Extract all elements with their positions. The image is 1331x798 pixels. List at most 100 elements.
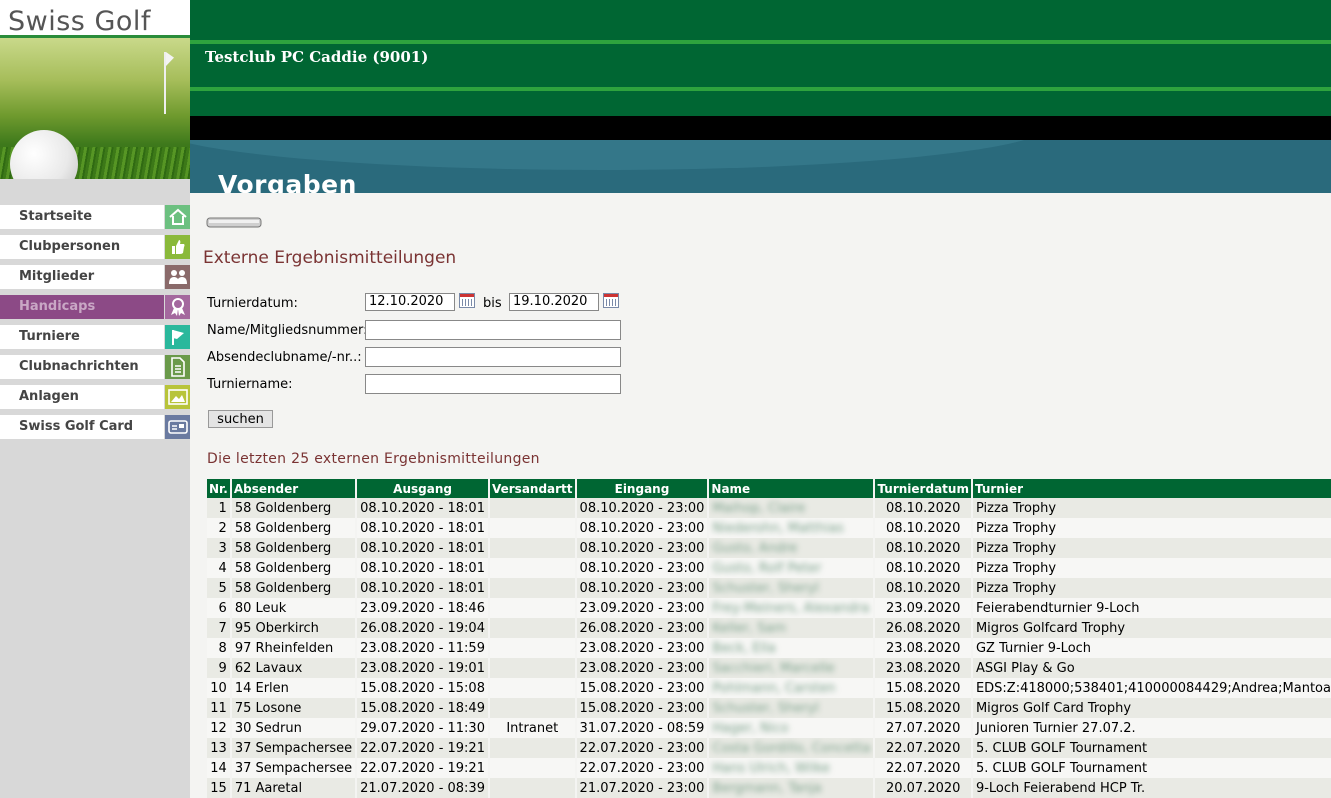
- table-row[interactable]: 10 14 Erlen 15.08.2020 - 15:08 15.08.2020 -…: [207, 678, 1331, 698]
- tournament-input[interactable]: [365, 374, 621, 394]
- flagpole-graphic: [164, 52, 166, 114]
- table-cell-eingang: 15.08.2020 - 23:00: [576, 698, 708, 718]
- flag-icon: [165, 325, 190, 349]
- award-icon: [165, 295, 190, 319]
- page-banner: Vorgaben: [190, 140, 1331, 193]
- table-cell-eingang: 23.08.2020 - 23:00: [576, 638, 708, 658]
- table-cell-nr: 15: [207, 778, 230, 798]
- sidebar-item-clubpersonen[interactable]: Clubpersonen: [0, 234, 190, 260]
- table-cell-nr: 2: [207, 518, 230, 538]
- sidebar-item-swiss-golf-card[interactable]: Swiss Golf Card: [0, 414, 190, 440]
- bis-label: bis: [483, 296, 502, 311]
- table-cell-versandart: [489, 498, 575, 518]
- table-row[interactable]: 2 58 Goldenberg 08.10.2020 - 18:01 08.10.20…: [207, 518, 1331, 538]
- table-cell-name: Hager, Nico: [709, 718, 874, 738]
- table-row[interactable]: 5 58 Goldenberg 08.10.2020 - 18:01 08.10.20…: [207, 578, 1331, 598]
- table-row[interactable]: 8 97 Rheinfelden 23.08.2020 - 11:59 23.08.2…: [207, 638, 1331, 658]
- date-to-input[interactable]: [509, 293, 599, 311]
- search-button[interactable]: suchen: [208, 410, 273, 428]
- logo-text: Swiss Golf: [8, 6, 151, 37]
- column-header-absender: Absender: [231, 479, 356, 498]
- sidebar-item-turniere[interactable]: Turniere: [0, 324, 190, 350]
- table-cell-nr: 14: [207, 758, 230, 778]
- table-cell-nr: 7: [207, 618, 230, 638]
- table-cell-absender: 58 Goldenberg: [231, 538, 356, 558]
- back-icon[interactable]: [206, 215, 262, 229]
- table-row[interactable]: 3 58 Goldenberg 08.10.2020 - 18:01 08.10.20…: [207, 538, 1331, 558]
- document-icon: [165, 355, 190, 379]
- table-cell-versandart: [489, 758, 575, 778]
- table-row[interactable]: 11 75 Losone 15.08.2020 - 18:49 15.08.2020 …: [207, 698, 1331, 718]
- section-title: Externe Ergebnismitteilungen: [203, 248, 457, 268]
- table-cell-versandart: [489, 538, 575, 558]
- sidebar-item-label: Clubnachrichten: [0, 355, 164, 379]
- members-icon: [165, 265, 190, 289]
- table-cell-ausgang: 29.07.2020 - 11:30: [357, 718, 488, 738]
- table-cell-nr: 1: [207, 498, 230, 518]
- table-cell-absender: 80 Leuk: [231, 598, 356, 618]
- table-cell-nr: 4: [207, 558, 230, 578]
- name-input[interactable]: [365, 320, 621, 340]
- table-row[interactable]: 1 58 Goldenberg 08.10.2020 - 18:01 08.10.20…: [207, 498, 1331, 518]
- table-cell-absender: 30 Sedrun: [231, 718, 356, 738]
- calendar-icon[interactable]: [459, 293, 475, 308]
- table-cell-nr: 5: [207, 578, 230, 598]
- column-header-turnierdatum: Turnierdatum: [875, 479, 971, 498]
- blurred-name: Gusto, Rolf Peter: [712, 560, 822, 576]
- sidebar-item-startseite[interactable]: Startseite: [0, 204, 190, 230]
- table-cell-eingang: 08.10.2020 - 23:00: [576, 558, 708, 578]
- table-cell-versandart: Intranet: [489, 718, 575, 738]
- table-cell-ausgang: 23.09.2020 - 18:46: [357, 598, 488, 618]
- blurred-name: Costa Gordillo, Concetta: [712, 740, 871, 756]
- table-cell-versandart: [489, 598, 575, 618]
- table-row[interactable]: 4 58 Goldenberg 08.10.2020 - 18:01 08.10.20…: [207, 558, 1331, 578]
- sidebar-item-handicaps[interactable]: Handicaps: [0, 294, 190, 320]
- golf-header-image: [0, 38, 190, 179]
- table-cell-name: Maihop, Claire: [709, 498, 874, 518]
- table-cell-eingang: 22.07.2020 - 23:00: [576, 738, 708, 758]
- table-cell-versandart: [489, 578, 575, 598]
- table-cell-name: Schuster, Sheryl: [709, 578, 874, 598]
- table-cell-name: Hans Ulrich, Wilke: [709, 758, 874, 778]
- table-cell-turnierdatum: 08.10.2020: [875, 498, 971, 518]
- table-row[interactable]: 9 62 Lavaux 23.08.2020 - 19:01 23.08.2020 -…: [207, 658, 1331, 678]
- table-cell-ausgang: 15.08.2020 - 18:49: [357, 698, 488, 718]
- table-cell-ausgang: 15.08.2020 - 15:08: [357, 678, 488, 698]
- table-row[interactable]: 6 80 Leuk 23.09.2020 - 18:46 23.09.2020 - 2…: [207, 598, 1331, 618]
- table-cell-versandart: [489, 738, 575, 758]
- table-row[interactable]: 15 71 Aaretal 21.07.2020 - 08:39 21.07.2020…: [207, 778, 1331, 798]
- table-row[interactable]: 13 37 Sempachersee 22.07.2020 - 19:21 22.07…: [207, 738, 1331, 758]
- table-cell-turnier: Pizza Trophy: [972, 558, 1331, 578]
- sidebar-item-label: Startseite: [0, 205, 164, 229]
- table-cell-ausgang: 22.07.2020 - 19:21: [357, 758, 488, 778]
- table-cell-absender: 14 Erlen: [231, 678, 356, 698]
- club-input[interactable]: [365, 347, 621, 367]
- date-from-input[interactable]: [365, 293, 455, 311]
- blurred-name: Gusto, Andre: [712, 540, 798, 556]
- table-row[interactable]: 12 30 Sedrun 29.07.2020 - 11:30 Intranet 31.…: [207, 718, 1331, 738]
- column-header-versandart: Versandartt: [489, 479, 575, 498]
- table-cell-turnierdatum: 22.07.2020: [875, 758, 971, 778]
- table-row[interactable]: 7 95 Oberkirch 26.08.2020 - 19:04 26.08.202…: [207, 618, 1331, 638]
- table-cell-name: Pohlmann, Carsten: [709, 678, 874, 698]
- main-content: Externe Ergebnismitteilungen Turnierdatu…: [190, 193, 1331, 798]
- calendar-icon[interactable]: [603, 293, 619, 308]
- table-cell-nr: 13: [207, 738, 230, 758]
- sidebar-item-mitglieder[interactable]: Mitglieder: [0, 264, 190, 290]
- swiss-golf-logo[interactable]: Swiss Golf: [0, 0, 190, 38]
- table-cell-nr: 12: [207, 718, 230, 738]
- table-cell-turnierdatum: 23.08.2020: [875, 638, 971, 658]
- image-icon: [165, 385, 190, 409]
- sidebar-item-label: Turniere: [0, 325, 164, 349]
- table-cell-ausgang: 26.08.2020 - 19:04: [357, 618, 488, 638]
- table-cell-versandart: [489, 658, 575, 678]
- blurred-name: Hans Ulrich, Wilke: [712, 760, 830, 776]
- table-row[interactable]: 14 37 Sempachersee 22.07.2020 - 19:21 22.07…: [207, 758, 1331, 778]
- table-cell-ausgang: 08.10.2020 - 18:01: [357, 518, 488, 538]
- table-cell-turnier: GZ Turnier 9-Loch: [972, 638, 1331, 658]
- sidebar-item-anlagen[interactable]: Anlagen: [0, 384, 190, 410]
- table-cell-turnierdatum: 23.09.2020: [875, 598, 971, 618]
- table-cell-name: Beck, Ella: [709, 638, 874, 658]
- table-cell-ausgang: 08.10.2020 - 18:01: [357, 538, 488, 558]
- sidebar-item-clubnachrichten[interactable]: Clubnachrichten: [0, 354, 190, 380]
